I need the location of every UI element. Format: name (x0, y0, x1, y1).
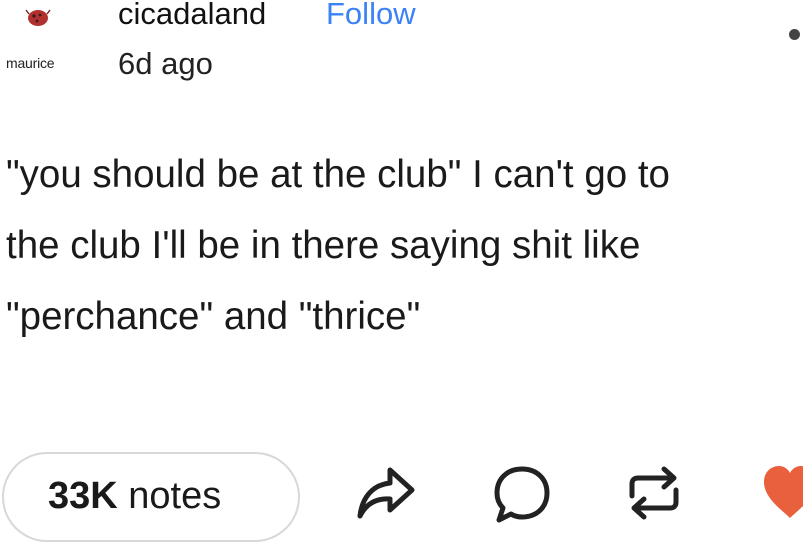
notes-count: 33K (48, 475, 118, 517)
post-body: "you should be at the club" I can't go t… (6, 139, 796, 352)
follow-button[interactable]: Follow (326, 0, 416, 32)
post-body-line: the club I'll be in there saying shit li… (6, 224, 641, 267)
post-body-line: "you should be at the club" I can't go t… (6, 153, 670, 196)
post-author-username[interactable]: cicadaland (118, 0, 266, 32)
more-options-icon[interactable] (789, 29, 800, 40)
notes-word: notes (128, 475, 222, 517)
post-timestamp: 6d ago (118, 46, 213, 81)
post-body-line: "perchance" and "thrice" (6, 295, 421, 338)
reply-icon[interactable] (493, 464, 551, 526)
avatar-caption: maurice (6, 55, 55, 71)
share-icon[interactable] (356, 462, 416, 520)
reblog-icon[interactable] (622, 462, 686, 524)
notes-label: 33K notes (48, 475, 221, 518)
avatar-ladybug-icon[interactable] (25, 6, 51, 28)
heart-icon[interactable] (760, 460, 803, 522)
